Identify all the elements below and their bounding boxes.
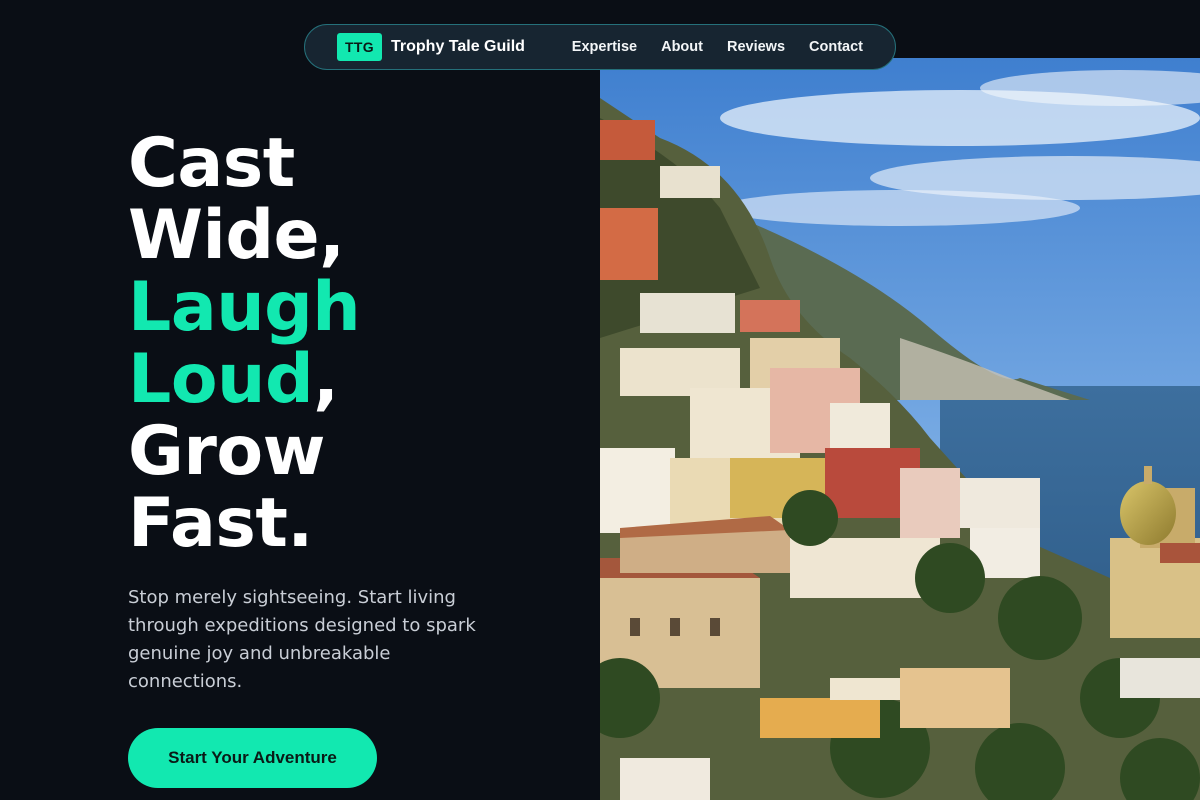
brand-logo[interactable]: TTG Trophy Tale Guild bbox=[337, 33, 525, 61]
headline-accent-word: Loud bbox=[128, 340, 314, 419]
start-adventure-button[interactable]: Start Your Adventure bbox=[128, 728, 377, 788]
nav-link-expertise[interactable]: Expertise bbox=[572, 39, 637, 55]
hero-image bbox=[600, 58, 1200, 800]
brand-badge: TTG bbox=[337, 33, 382, 61]
top-nav: TTG Trophy Tale Guild Expertise About Re… bbox=[304, 24, 896, 70]
hero-headline: Cast Wide, Laugh Loud, Grow Fast. bbox=[128, 124, 361, 563]
brand-name: Trophy Tale Guild bbox=[391, 38, 525, 55]
hero-description: Stop merely sightseeing. Start living th… bbox=[128, 587, 476, 692]
nav-link-contact[interactable]: Contact bbox=[809, 39, 863, 55]
headline-line-3: Laugh bbox=[128, 268, 361, 347]
headline-comma: , bbox=[313, 340, 339, 419]
headline-line-2: Wide, bbox=[128, 196, 345, 275]
nav-link-reviews[interactable]: Reviews bbox=[727, 39, 785, 55]
headline-line-5: Grow bbox=[128, 412, 325, 491]
headline-line-6: Fast. bbox=[128, 484, 313, 563]
headline-line-4: Loud, bbox=[128, 344, 360, 416]
coastal-village-illustration bbox=[600, 58, 1200, 800]
headline-line-1: Cast bbox=[128, 124, 295, 203]
nav-links: Expertise About Reviews Contact bbox=[572, 39, 863, 55]
nav-link-about[interactable]: About bbox=[661, 39, 703, 55]
